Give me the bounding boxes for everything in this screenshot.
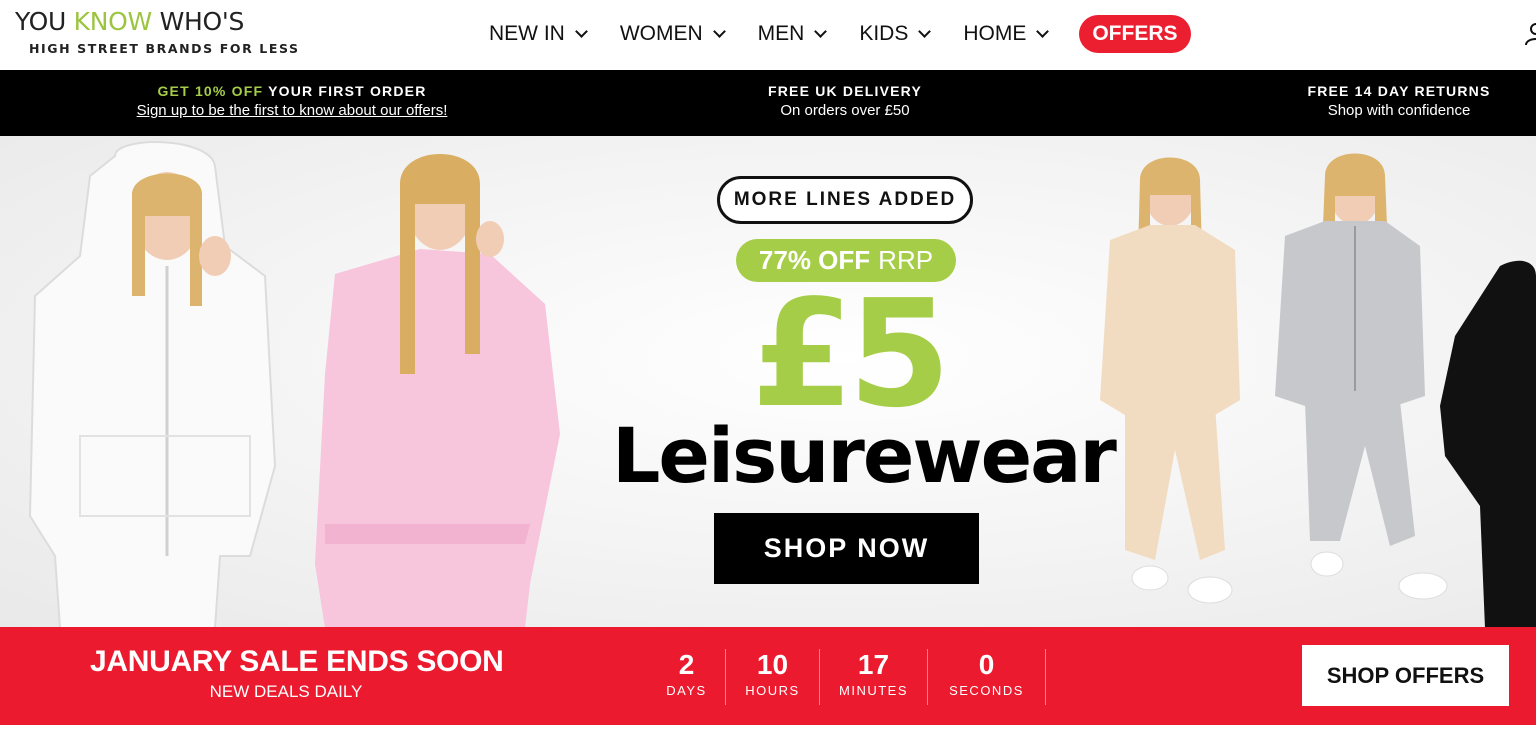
- nav-label: HOME: [963, 22, 1027, 45]
- chevron-down-icon: [712, 24, 726, 38]
- nav-label: NEW IN: [489, 22, 565, 45]
- countdown-hours: 10 HOURS: [726, 649, 820, 705]
- usp-delivery: FREE UK DELIVERY On orders over £50: [745, 82, 945, 122]
- sale-subtitle: NEW DEALS DAILY: [209, 682, 363, 701]
- nav-item-home[interactable]: HOME: [963, 22, 1050, 46]
- hero-headline: Leisurewear: [612, 411, 1117, 500]
- usp-bar: GET 10% OFF YOUR FIRST ORDER Sign up to …: [0, 70, 1536, 136]
- nav-item-kids[interactable]: KIDS: [859, 22, 932, 46]
- sale-countdown-bar: JANUARY SALE ENDS SOON NEW DEALS DAILY 2…: [0, 627, 1536, 725]
- countdown-label: MINUTES: [839, 683, 908, 698]
- model-white-hoodie-image: [28, 141, 277, 628]
- model-black-hoodie-image: [1440, 260, 1536, 628]
- countdown-value: 2: [678, 649, 695, 680]
- countdown-value: 0: [978, 649, 995, 680]
- usp-subtitle: Shop with confidence: [1327, 102, 1471, 119]
- more-lines-badge: MORE LINES ADDED: [717, 176, 973, 224]
- countdown-timer: 2 DAYS 10 HOURS 17 MINUTES 0 SECONDS: [648, 649, 1046, 705]
- model-grey-tracksuit-image: [1275, 153, 1448, 600]
- hero-banner[interactable]: MORE LINES ADDED 77% OFF RRP £5 Leisurewe…: [0, 136, 1536, 628]
- nav-label: WOMEN: [619, 22, 703, 45]
- nav-item-men[interactable]: MEN: [757, 22, 828, 46]
- nav-offers-button[interactable]: OFFERS: [1079, 15, 1191, 53]
- sale-title: JANUARY SALE ENDS SOON: [90, 645, 504, 678]
- countdown-days: 2 DAYS: [648, 649, 726, 705]
- model-pink-sweatshirt-image: [315, 154, 560, 628]
- countdown-label: SECONDS: [949, 683, 1024, 698]
- nav-item-women[interactable]: WOMEN: [619, 22, 726, 46]
- usp-first-order: GET 10% OFF YOUR FIRST ORDER Sign up to …: [132, 82, 452, 122]
- logo-tagline: HIGH STREET BRANDS FOR LESS: [29, 41, 300, 56]
- chevron-down-icon: [918, 24, 932, 38]
- signup-link[interactable]: Sign up to be the first to know about ou…: [132, 100, 452, 122]
- model-beige-loungewear-image: [1100, 157, 1240, 604]
- chevron-down-icon: [574, 24, 588, 38]
- user-icon[interactable]: [1524, 22, 1536, 46]
- usp-title: FREE 14 DAY RETURNS: [1307, 83, 1491, 99]
- usp-title: FREE UK DELIVERY: [767, 83, 923, 99]
- shop-offers-button[interactable]: SHOP OFFERS: [1302, 645, 1509, 706]
- nav-item-new-in[interactable]: NEW IN: [489, 22, 588, 46]
- countdown-minutes: 17 MINUTES: [820, 649, 928, 705]
- nav-label: MEN: [757, 22, 805, 45]
- countdown-label: DAYS: [666, 683, 707, 698]
- site-header: YOU KNOW WHO'S HIGH STREET BRANDS FOR LE…: [0, 0, 1536, 70]
- countdown-seconds: 0 SECONDS: [928, 649, 1046, 705]
- nav-label: KIDS: [859, 22, 909, 45]
- countdown-label: HOURS: [745, 683, 800, 698]
- countdown-value: 10: [756, 649, 789, 680]
- chevron-down-icon: [1036, 24, 1050, 38]
- usp-returns: FREE 14 DAY RETURNS Shop with confidence: [1300, 82, 1498, 122]
- shop-now-button[interactable]: SHOP NOW: [714, 513, 979, 584]
- usp-title: GET 10% OFF YOUR FIRST ORDER: [157, 83, 427, 99]
- main-nav: NEW IN WOMEN MEN KIDS HOME OFFERS: [489, 14, 1191, 54]
- logo-wordmark: YOU KNOW WHO'S: [15, 7, 245, 36]
- countdown-value: 17: [857, 649, 890, 680]
- site-logo[interactable]: YOU KNOW WHO'S HIGH STREET BRANDS FOR LE…: [15, 7, 300, 56]
- page-content-start: [0, 725, 1536, 732]
- usp-subtitle: On orders over £50: [780, 102, 910, 119]
- chevron-down-icon: [814, 24, 828, 38]
- hero-price: £5: [751, 268, 951, 440]
